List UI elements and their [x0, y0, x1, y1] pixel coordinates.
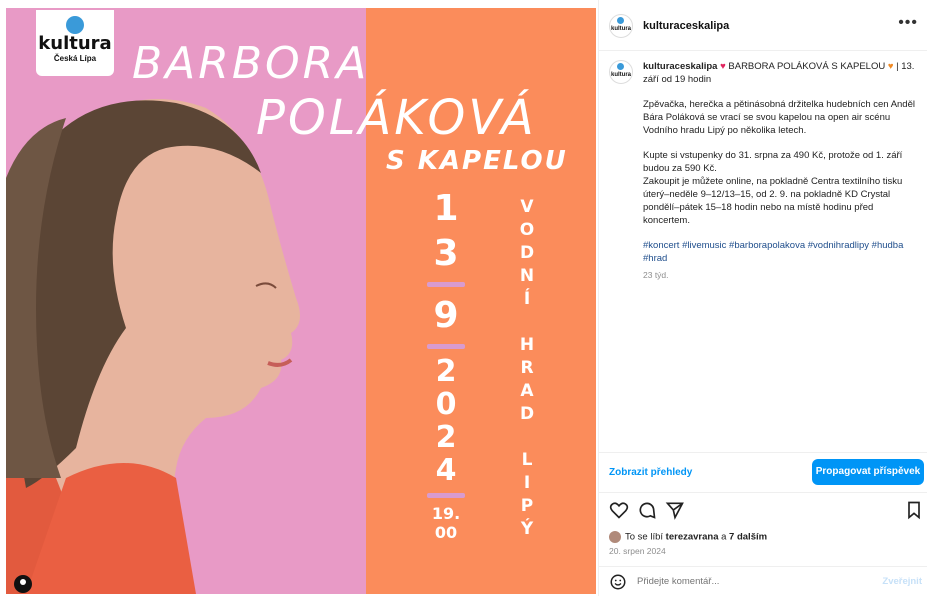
more-options-icon[interactable]: ••• [898, 14, 918, 32]
date-time-part: 00 [434, 523, 458, 542]
poster-date-column: 1 3 9 2 0 2 4 19. 00 [416, 186, 476, 542]
poster-venue-column: V O D N Í H R A D L I P Ý [511, 196, 543, 541]
post-caption: kulturaceskalipa ♥ BARBORA POLÁKOVÁ S KA… [643, 60, 918, 282]
date-time-part: 19. [431, 504, 461, 523]
likes-connector: a [718, 531, 730, 543]
venue-letter: P [520, 496, 534, 516]
pink-heart-icon: ♥ [720, 61, 726, 72]
date-year-digit: 2 [435, 354, 457, 389]
logo-subtitle: Česká Lípa [53, 54, 97, 63]
venue-letter: Ý [520, 519, 534, 539]
venue-spacer [511, 426, 543, 449]
share-icon[interactable] [665, 500, 685, 520]
poster-title-line2: POLÁKOVÁ [256, 90, 537, 146]
account-avatar[interactable]: kultura [609, 14, 633, 38]
publish-comment-button[interactable]: Zveřejnit [882, 576, 922, 587]
promote-post-button[interactable]: Propagovat příspěvek [812, 459, 924, 485]
venue-letter: O [519, 220, 535, 240]
caption-paragraph: Kupte si vstupenky do 31. srpna za 490 K… [643, 150, 903, 174]
date-separator [427, 493, 465, 498]
liker-username[interactable]: terezavrana [666, 532, 719, 543]
poster-title-line3: S KAPELOU [386, 146, 568, 176]
venue-letter: R [520, 358, 534, 378]
likes-others-link[interactable]: 7 dalším [729, 532, 767, 543]
caption-username[interactable]: kulturaceskalipa [643, 61, 717, 72]
caption-time-ago: 23 týd. [643, 270, 669, 280]
likes-summary: To se líbí terezavrana a 7 dalším [609, 531, 767, 543]
liker-avatar[interactable] [609, 531, 621, 543]
date-separator [427, 282, 465, 287]
date-year-digit: 2 [435, 420, 457, 455]
caption-avatar[interactable]: kultura [609, 60, 633, 84]
venue-letter: D [519, 243, 535, 263]
date-year-digit: 0 [435, 387, 457, 422]
date-day-digit: 1 [433, 188, 459, 229]
post-sidebar: kultura kulturaceskalipa ••• kultura kul… [598, 0, 927, 596]
likes-prefix: To se líbí [625, 531, 666, 543]
date-day-digit: 3 [433, 233, 459, 274]
venue-letter: H [519, 335, 535, 355]
divider [599, 452, 927, 453]
logo-title: kultura [38, 33, 112, 54]
venue-letter: V [520, 197, 534, 217]
emoji-icon[interactable] [609, 573, 627, 591]
venue-letter: D [519, 404, 535, 424]
logo-heart-icon [66, 16, 84, 34]
orange-heart-icon: ♥ [887, 61, 894, 72]
venue-letter: I [523, 473, 531, 493]
comment-input[interactable] [635, 575, 859, 588]
venue-letter: N [519, 266, 535, 286]
venue-letter: Í [523, 289, 531, 309]
caption-hashtags[interactable]: #koncert #livemusic #barborapolakova #vo… [643, 239, 918, 265]
bookmark-icon[interactable] [904, 500, 924, 520]
venue-spacer [511, 311, 543, 334]
comment-icon[interactable] [637, 500, 657, 520]
caption-paragraph: Zakoupit je můžete online, na pokladně C… [643, 176, 903, 226]
venue-letter: A [520, 381, 534, 401]
caption-title: BARBORA POLÁKOVÁ S KAPELOU [728, 61, 886, 72]
poster-title-line1: BARBORA [132, 38, 370, 89]
divider [599, 492, 927, 493]
view-insights-link[interactable]: Zobrazit přehledy [609, 467, 692, 478]
venue-letter: L [521, 450, 533, 470]
comment-bar: Zveřejnit [599, 566, 927, 597]
kultura-logo: kultura Česká Lípa [36, 10, 114, 76]
date-year-digit: 4 [435, 453, 457, 488]
date-separator [427, 344, 465, 349]
like-heart-icon[interactable] [609, 500, 629, 520]
date-month: 9 [433, 295, 459, 336]
caption-paragraph: Zpěvačka, herečka a pětinásobná držitelk… [643, 99, 915, 136]
post-image[interactable]: kultura Česká Lípa BARBORA POLÁKOVÁ S KA… [6, 8, 596, 594]
post-header: kultura kulturaceskalipa ••• [599, 0, 927, 51]
tagged-user-icon[interactable] [14, 575, 32, 593]
post-date: 20. srpen 2024 [609, 546, 666, 556]
account-name[interactable]: kulturaceskalipa [643, 20, 729, 32]
